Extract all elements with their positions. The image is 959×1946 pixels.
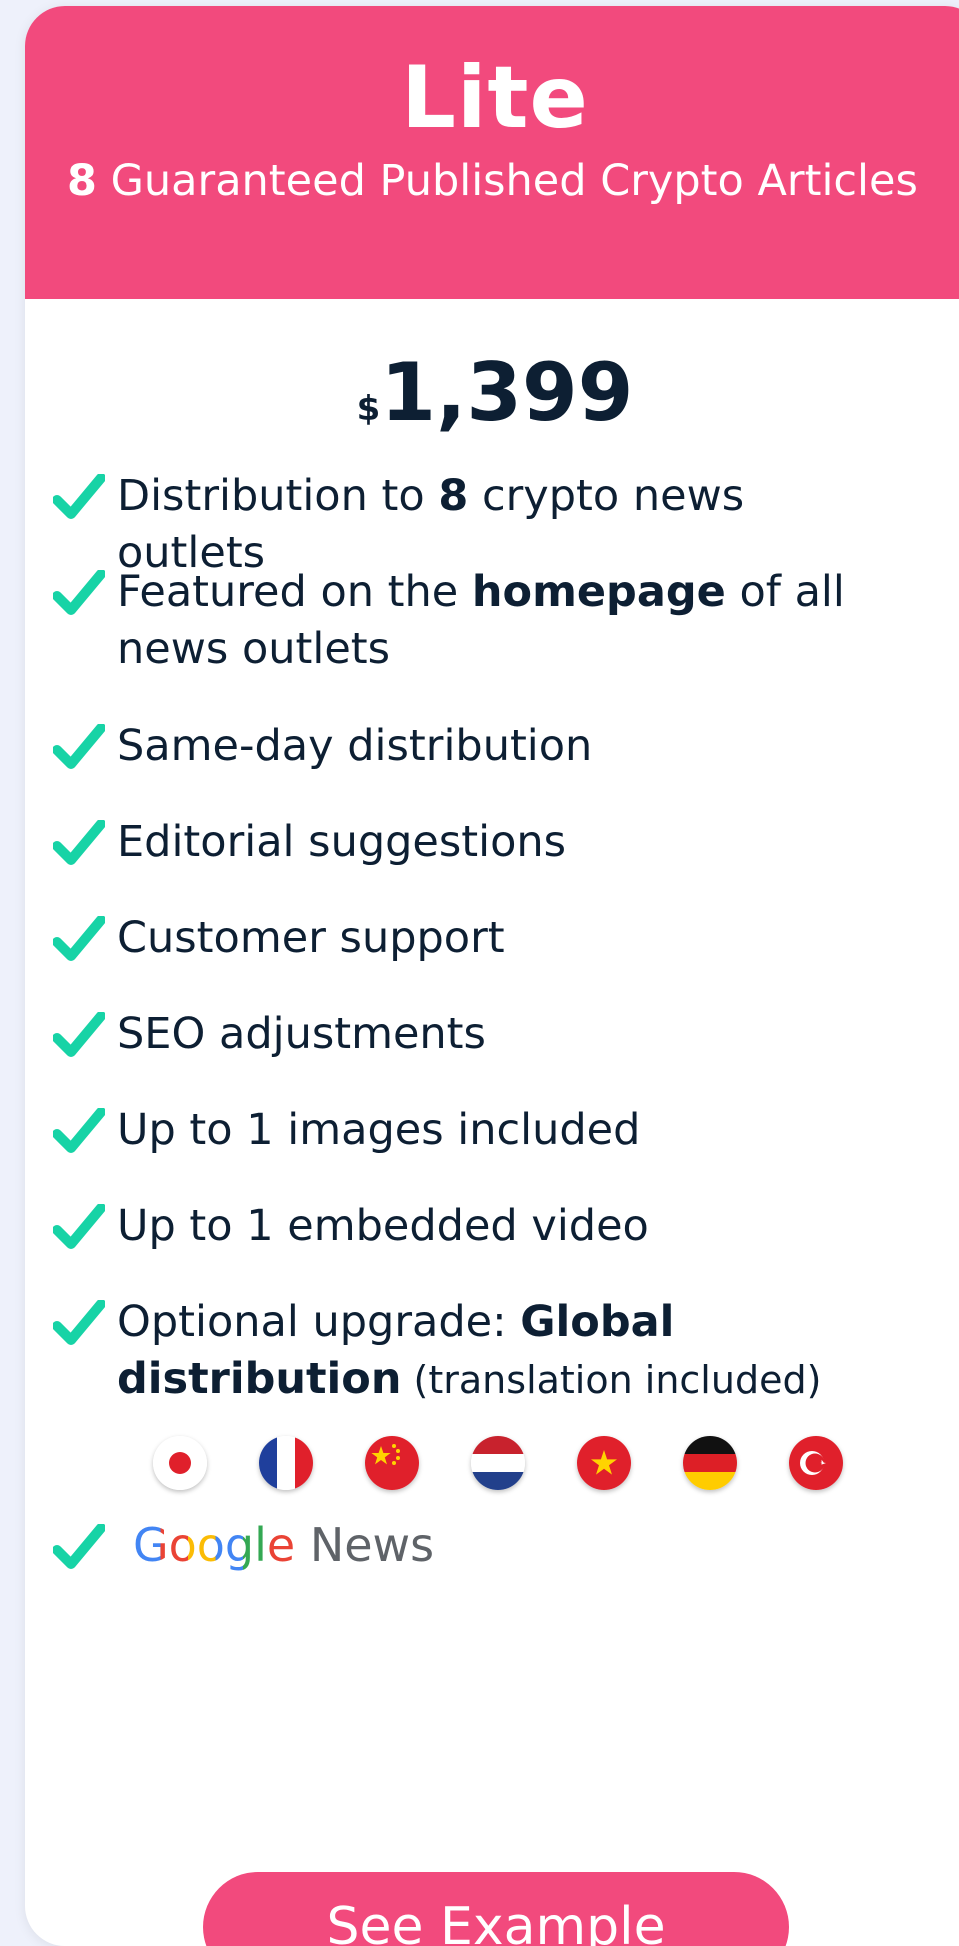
feature-text-part: Optional upgrade: <box>117 1297 521 1347</box>
check-icon <box>53 820 105 865</box>
article-count: 8 <box>67 156 97 206</box>
netherlands-flag-icon <box>471 1436 525 1490</box>
see-example-button[interactable]: See Example <box>203 1872 789 1946</box>
google-wordmark: Google <box>133 1518 296 1572</box>
check-icon <box>53 570 105 615</box>
france-flag-icon <box>259 1436 313 1490</box>
google-news-logo: Google News <box>133 1518 434 1572</box>
price-amount: 1,399 <box>380 346 634 439</box>
check-icon <box>53 474 105 519</box>
check-icon <box>53 1300 105 1345</box>
feature-text-bold: homepage <box>471 567 726 617</box>
feature-text: Featured on the homepage of all news out… <box>117 564 897 678</box>
feature-text: Editorial suggestions <box>117 817 567 867</box>
pricing-card: Lite 8 Guaranteed Published Crypto Artic… <box>25 6 959 1946</box>
turkey-flag-icon <box>789 1436 843 1490</box>
news-wordmark: News <box>295 1518 435 1572</box>
vietnam-flag-icon <box>577 1436 631 1490</box>
price: $1,399 <box>25 346 959 439</box>
check-icon <box>53 1012 105 1057</box>
plan-subtitle: 8 Guaranteed Published Crypto Articles <box>67 156 918 206</box>
check-icon <box>53 1204 105 1249</box>
japan-flag-icon <box>153 1436 207 1490</box>
check-icon <box>53 1524 105 1569</box>
check-icon <box>53 1108 105 1153</box>
check-icon <box>53 916 105 961</box>
feature-text-bold: 8 <box>438 471 469 521</box>
feature-text: Customer support <box>117 913 505 963</box>
plan-header: Lite 8 Guaranteed Published Crypto Artic… <box>25 6 959 299</box>
plan-subtitle-text: Guaranteed Published Crypto Articles <box>96 156 918 206</box>
price-currency: $ <box>356 389 381 429</box>
feature-text: Optional upgrade: Global distribution (t… <box>117 1294 897 1409</box>
china-flag-icon <box>365 1436 419 1490</box>
check-icon <box>53 724 105 769</box>
feature-text-note: (translation included) <box>401 1358 822 1402</box>
germany-flag-icon <box>683 1436 737 1490</box>
feature-text: SEO adjustments <box>117 1009 486 1059</box>
feature-text-part: Distribution to <box>117 471 439 521</box>
feature-text-part: Featured on the <box>117 567 472 617</box>
feature-text: Same-day distribution <box>117 721 593 771</box>
feature-text: Up to 1 images included <box>117 1105 641 1155</box>
feature-text: Up to 1 embedded video <box>117 1201 649 1251</box>
plan-title: Lite <box>401 48 589 148</box>
